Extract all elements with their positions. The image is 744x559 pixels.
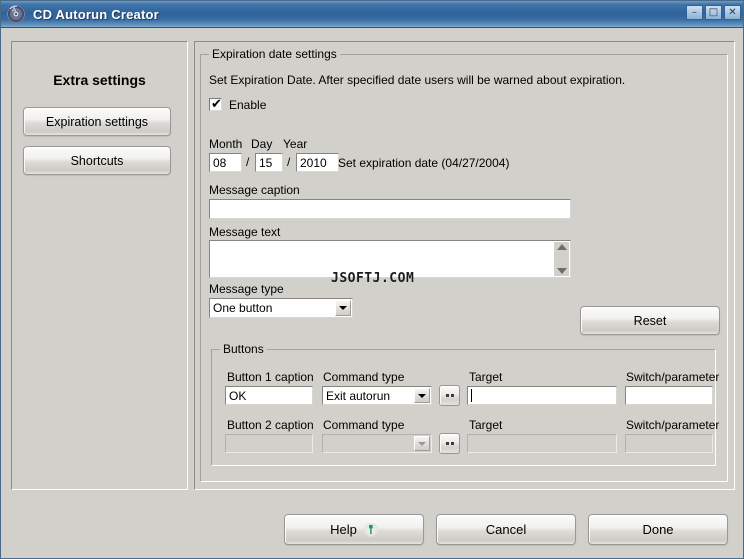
shortcuts-button[interactable]: Shortcuts: [23, 146, 171, 175]
maximize-icon: □: [708, 7, 719, 18]
expiration-group-legend: Expiration date settings: [209, 47, 340, 61]
maximize-button[interactable]: □: [705, 5, 722, 20]
message-type-value: One button: [213, 301, 273, 315]
button1-caption-label: Button 1 caption: [227, 370, 314, 384]
button2-switch-label: Switch/parameter: [626, 418, 720, 432]
help-button[interactable]: Help: [284, 514, 424, 545]
day-input[interactable]: 15: [255, 153, 283, 172]
button1-switch-input[interactable]: [625, 386, 713, 405]
button1-target-label: Target: [469, 370, 503, 384]
help-button-label: Help: [330, 522, 357, 537]
dot-icon: [445, 442, 449, 445]
day-label: Day: [251, 137, 273, 151]
reset-button[interactable]: Reset: [580, 306, 720, 335]
message-caption-label: Message caption: [209, 183, 300, 197]
cd-disc-icon: A: [6, 4, 26, 24]
minimize-icon: –: [692, 7, 697, 18]
dot-icon: [450, 394, 454, 397]
close-icon: ✕: [728, 7, 737, 18]
button1-caption-input[interactable]: OK: [225, 386, 313, 405]
button2-target-label: Target: [469, 418, 503, 432]
year-label: Year: [283, 137, 308, 151]
expiration-settings-button[interactable]: Expiration settings: [23, 107, 171, 136]
button2-browse-button[interactable]: [439, 433, 460, 454]
done-button[interactable]: Done: [588, 514, 728, 545]
button1-switch-label: Switch/parameter: [626, 370, 720, 384]
left-panel-title: Extra settings: [53, 72, 146, 88]
month-label: Month: [209, 137, 243, 151]
chevron-down-icon[interactable]: [335, 300, 351, 316]
window-controls: – □ ✕: [686, 5, 741, 20]
buttons-group-legend: Buttons: [220, 342, 267, 356]
expiration-description: Set Expiration Date. After specified dat…: [209, 73, 626, 87]
message-text-scroll-arrows[interactable]: [554, 242, 569, 276]
title-bar: A CD Autorun Creator – □ ✕: [1, 1, 743, 28]
message-type-select[interactable]: One button: [209, 298, 353, 318]
year-input[interactable]: 2010: [296, 153, 339, 172]
chevron-down-icon[interactable]: [414, 436, 430, 451]
dot-icon: [445, 394, 449, 397]
application-window: A CD Autorun Creator – □ ✕ Extra setting…: [0, 0, 744, 559]
button1-target-input[interactable]: [467, 386, 617, 405]
button2-command-label: Command type: [323, 418, 405, 432]
button2-caption-label: Button 2 caption: [227, 418, 314, 432]
message-text-input[interactable]: [209, 240, 571, 278]
message-text-label: Message text: [209, 225, 281, 239]
enable-label: Enable: [229, 98, 267, 112]
scroll-down-icon[interactable]: [556, 268, 567, 274]
help-key-icon: [363, 522, 378, 537]
scroll-up-icon[interactable]: [556, 244, 567, 250]
button2-caption-input[interactable]: [225, 434, 313, 453]
cancel-button[interactable]: Cancel: [436, 514, 576, 545]
button1-command-select[interactable]: Exit autorun: [322, 386, 432, 405]
button2-switch-input[interactable]: [625, 434, 713, 453]
date-separator-1: /: [246, 155, 250, 169]
expiration-date-hint: Set expiration date (04/27/2004): [338, 156, 510, 170]
button1-browse-button[interactable]: [439, 385, 460, 406]
dot-icon: [450, 442, 454, 445]
enable-checkbox[interactable]: ✔: [209, 97, 222, 112]
window-title: CD Autorun Creator: [33, 6, 159, 22]
button2-target-input[interactable]: [467, 434, 617, 453]
message-caption-input[interactable]: [209, 199, 571, 219]
chevron-down-icon[interactable]: [414, 388, 430, 403]
month-input[interactable]: 08: [209, 153, 242, 172]
check-icon: ✔: [211, 97, 222, 112]
close-button[interactable]: ✕: [724, 5, 741, 20]
minimize-button[interactable]: –: [686, 5, 703, 20]
date-separator-2: /: [287, 155, 291, 169]
button1-command-value: Exit autorun: [326, 388, 391, 403]
message-type-label: Message type: [209, 282, 284, 296]
button1-command-label: Command type: [323, 370, 405, 384]
button2-command-select[interactable]: [322, 434, 432, 453]
